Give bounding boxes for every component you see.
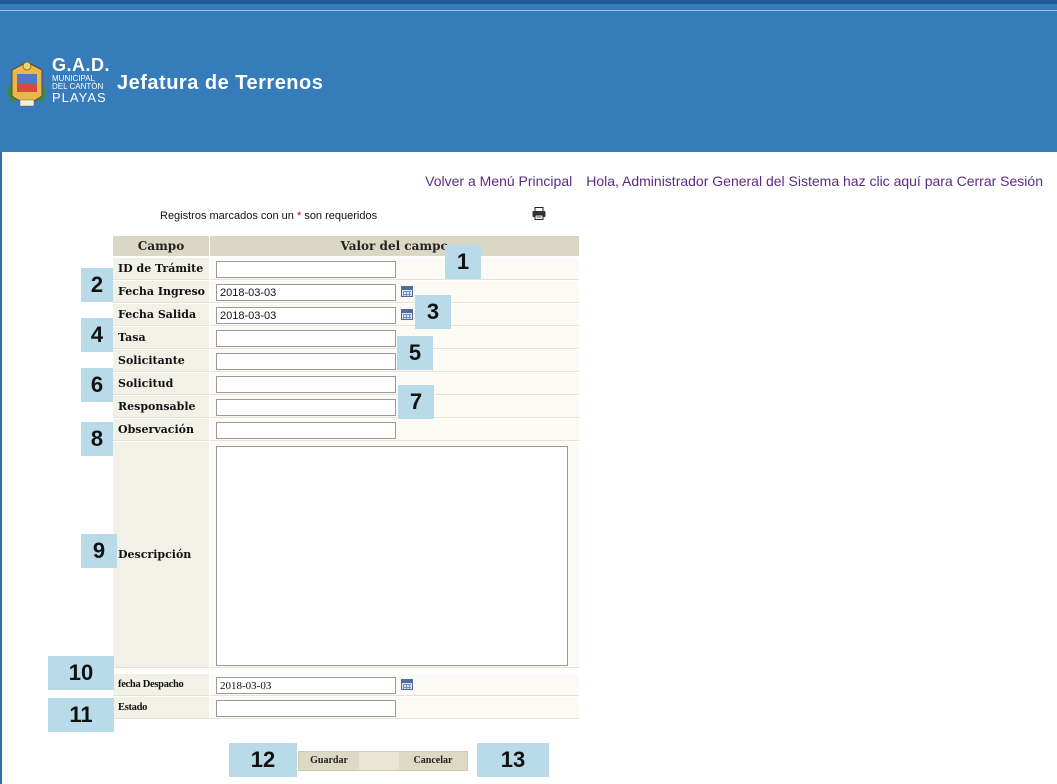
cell-tasa bbox=[210, 327, 579, 349]
estado-input[interactable] bbox=[216, 700, 396, 717]
fecha-despacho-calendar-icon[interactable] bbox=[401, 679, 413, 690]
solicitud-input[interactable] bbox=[216, 376, 396, 393]
cell-id-tramite bbox=[210, 258, 579, 280]
label-fecha-ingreso: Fecha Ingreso bbox=[113, 281, 209, 303]
descripcion-textarea[interactable] bbox=[216, 446, 568, 666]
row-fecha-ingreso: Fecha Ingreso bbox=[113, 281, 579, 303]
cell-fecha-despacho bbox=[210, 674, 579, 696]
label-tasa: Tasa bbox=[113, 327, 209, 349]
annotation-badge-12: 12 bbox=[229, 743, 297, 777]
cell-fecha-ingreso bbox=[210, 281, 579, 303]
annotation-badge-6: 6 bbox=[81, 368, 113, 402]
annotation-badge-3: 3 bbox=[415, 295, 451, 329]
label-solicitud: Solicitud bbox=[113, 373, 209, 395]
responsable-input[interactable] bbox=[216, 399, 396, 416]
row-fecha-salida: Fecha Salida bbox=[113, 304, 579, 326]
fecha-salida-input[interactable] bbox=[216, 307, 396, 324]
banner-top-line bbox=[0, 10, 1057, 11]
required-fields-note: Registros marcados con un * son requerid… bbox=[160, 210, 377, 222]
cell-solicitud bbox=[210, 373, 579, 395]
row-descripcion: Descripción bbox=[113, 442, 579, 668]
row-solicitud: Solicitud bbox=[113, 373, 579, 395]
column-header-field: Campo bbox=[113, 236, 209, 256]
main-menu-link[interactable]: Volver a Menú Principal bbox=[425, 173, 572, 189]
top-navigation: Volver a Menú Principal Hola, Administrad… bbox=[425, 173, 1043, 189]
required-note-prefix: Registros marcados con un bbox=[160, 210, 294, 222]
annotation-badge-8: 8 bbox=[81, 422, 113, 456]
required-star: * bbox=[296, 210, 302, 222]
annotation-badge-10: 10 bbox=[48, 656, 114, 690]
label-fecha-despacho: fecha Despacho bbox=[113, 674, 209, 696]
row-solicitante: Solicitante bbox=[113, 350, 579, 372]
solicitante-input[interactable] bbox=[216, 353, 396, 370]
label-fecha-salida: Fecha Salida bbox=[113, 304, 209, 326]
annotation-badge-5: 5 bbox=[397, 336, 433, 370]
logo-line-1: G.A.D. bbox=[52, 55, 111, 75]
annotation-badge-13: 13 bbox=[477, 743, 549, 777]
observacion-input[interactable] bbox=[216, 422, 396, 439]
column-header-value: Valor del campo bbox=[210, 236, 579, 256]
annotation-badge-2: 2 bbox=[81, 268, 113, 302]
logo-text: G.A.D. MUNICIPAL DEL CANTÓN PLAYAS bbox=[52, 56, 110, 104]
label-descripcion: Descripción bbox=[113, 442, 209, 668]
label-observacion: Observación bbox=[113, 419, 209, 441]
annotation-badge-9: 9 bbox=[81, 534, 117, 568]
fecha-despacho-input[interactable] bbox=[216, 677, 396, 694]
tasa-input[interactable] bbox=[216, 330, 396, 347]
municipality-logo: G.A.D. MUNICIPAL DEL CANTÓN PLAYAS bbox=[8, 56, 116, 112]
logo-line-4: PLAYAS bbox=[52, 90, 107, 105]
fecha-ingreso-input[interactable] bbox=[216, 284, 396, 301]
cell-estado bbox=[210, 697, 579, 719]
label-responsable: Responsable bbox=[113, 396, 209, 418]
row-id-tramite: ID de Trámite bbox=[113, 258, 579, 280]
cell-observacion bbox=[210, 419, 579, 441]
fecha-ingreso-calendar-icon[interactable] bbox=[401, 286, 413, 297]
id-tramite-input[interactable] bbox=[216, 261, 396, 278]
fecha-salida-calendar-icon[interactable] bbox=[401, 309, 413, 320]
row-fecha-despacho: fecha Despacho bbox=[113, 674, 579, 696]
form-button-bar: Guardar Cancelar bbox=[298, 751, 468, 771]
annotation-badge-4: 4 bbox=[81, 318, 113, 352]
page-title: Jefatura de Terrenos bbox=[117, 72, 324, 94]
cancel-button[interactable]: Cancelar bbox=[399, 752, 467, 770]
row-estado: Estado bbox=[113, 697, 579, 719]
annotation-badge-11: 11 bbox=[48, 698, 114, 732]
cell-solicitante bbox=[210, 350, 579, 372]
label-id-tramite: ID de Trámite bbox=[113, 258, 209, 280]
printer-icon[interactable] bbox=[532, 207, 546, 220]
required-note-suffix: son requeridos bbox=[304, 210, 378, 222]
header-banner: G.A.D. MUNICIPAL DEL CANTÓN PLAYAS Jefat… bbox=[0, 0, 1057, 152]
cell-fecha-salida bbox=[210, 304, 579, 326]
save-button[interactable]: Guardar bbox=[299, 752, 359, 770]
row-tasa: Tasa bbox=[113, 327, 579, 349]
row-responsable: Responsable bbox=[113, 396, 579, 418]
label-estado: Estado bbox=[113, 697, 209, 719]
cell-descripcion bbox=[210, 442, 579, 668]
annotation-badge-1: 1 bbox=[445, 245, 481, 279]
cell-responsable bbox=[210, 396, 579, 418]
coat-of-arms-icon bbox=[8, 61, 46, 107]
row-observacion: Observación bbox=[113, 419, 579, 441]
annotation-badge-7: 7 bbox=[398, 385, 434, 419]
logout-link[interactable]: Hola, Administrador General del Sistema … bbox=[586, 173, 1043, 189]
label-solicitante: Solicitante bbox=[113, 350, 209, 372]
